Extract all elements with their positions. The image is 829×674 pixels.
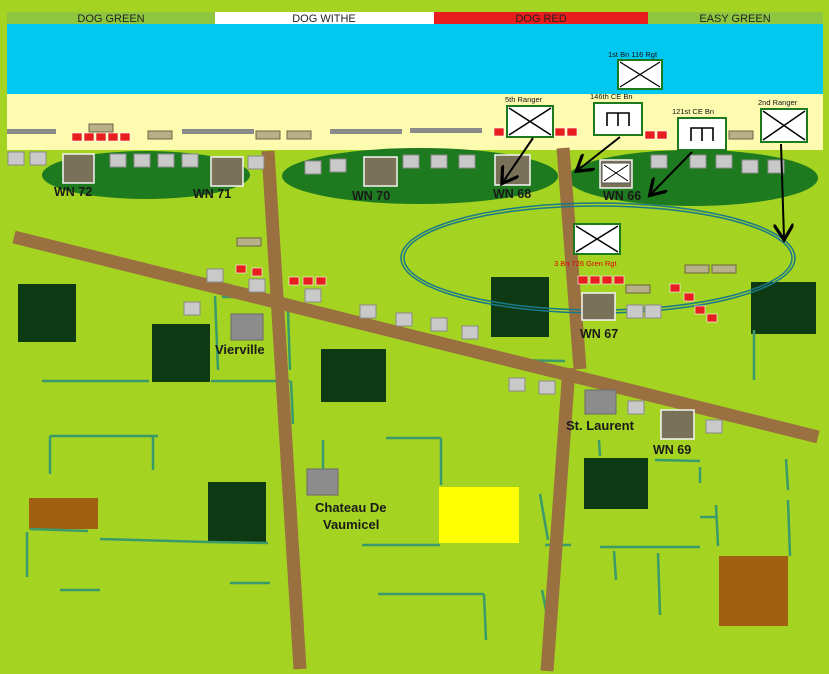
field-yellow	[439, 487, 519, 543]
wn68-label: WN 68	[493, 187, 531, 201]
wn70-label: WN 70	[352, 189, 390, 203]
chateau-label-line2: Vaumicel	[323, 517, 379, 532]
village-chateau	[306, 468, 339, 496]
bunker-wn69[interactable]	[660, 409, 695, 440]
field-brown-east	[719, 556, 788, 626]
bunker-wn68[interactable]	[494, 154, 531, 186]
wn69-label: WN 69	[653, 443, 691, 457]
bunker-wn71[interactable]	[210, 156, 244, 187]
sea	[7, 24, 823, 94]
unit-146th-ce-label: 146th CE Bn	[590, 92, 633, 101]
wn72-label: WN 72	[54, 185, 92, 199]
unit-5th-ranger-label: 5th Ranger	[505, 95, 543, 104]
field-brown-west	[29, 498, 98, 529]
wn67-label: WN 67	[580, 327, 618, 341]
unit-wn66-marker[interactable]	[601, 162, 631, 184]
wn71-label: WN 71	[193, 187, 231, 201]
sector-dog-white-label: DOG WITHE	[292, 13, 356, 25]
bunker-wn70[interactable]	[363, 156, 398, 187]
chateau-label-line1: Chateau De	[315, 500, 387, 515]
sector-dog-red-label: DOG RED	[515, 13, 566, 25]
unit-3-bn-726-label: 3 Bn 726 Gren Rgt	[554, 259, 617, 268]
sector-easy-green-label: EASY GREEN	[699, 13, 770, 25]
sector-dog-green-label: DOG GREEN	[77, 13, 144, 25]
wn66-label: WN 66	[603, 189, 641, 203]
bunker-wn72[interactable]	[62, 153, 95, 184]
vierville-label: Vierville	[215, 342, 265, 357]
beach-sector-bar: DOG GREEN DOG WITHE DOG RED EASY GREEN	[7, 12, 823, 25]
village-st-laurent	[584, 389, 617, 415]
st-laurent-label: St. Laurent	[566, 418, 635, 433]
battle-map: DOG GREEN DOG WITHE DOG RED EASY GREEN W…	[0, 0, 829, 674]
unit-1st-bn-116-label: 1st Bn 116 Rgt	[608, 50, 658, 59]
village-vierville	[230, 313, 264, 341]
unit-121st-ce-label: 121st CE Bn	[672, 107, 714, 116]
bunker-wn67[interactable]	[581, 292, 616, 321]
unit-2nd-ranger-label: 2nd Ranger	[758, 98, 798, 107]
